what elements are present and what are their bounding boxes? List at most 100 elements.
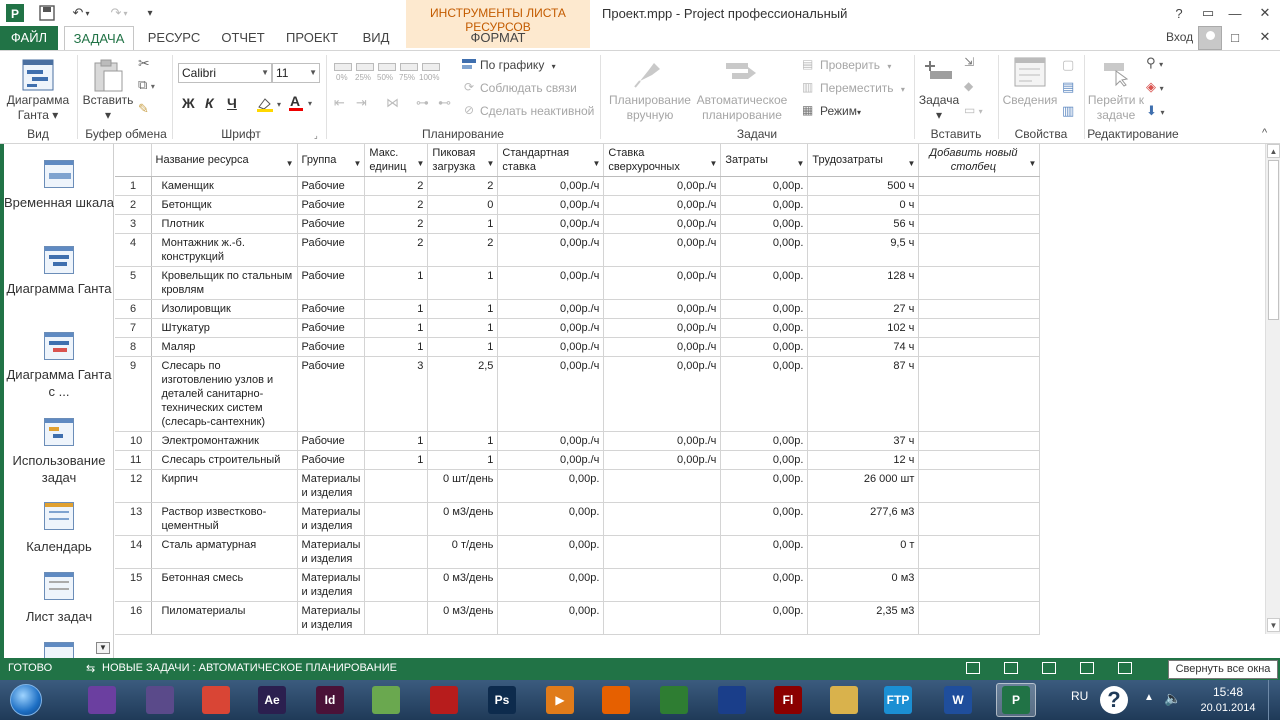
group-cell[interactable]: Рабочие: [297, 450, 366, 470]
std-rate-cell[interactable]: 0,00р./ч: [497, 195, 605, 215]
taskbar-app-button[interactable]: W: [938, 683, 978, 717]
peak-cell[interactable]: 0 м3/день: [427, 568, 499, 602]
group-cell[interactable]: Материалы и изделия: [297, 601, 366, 635]
percent-0-button[interactable]: [334, 63, 352, 71]
tab-format[interactable]: ФОРМАТ: [450, 26, 546, 50]
peak-cell[interactable]: 2: [427, 233, 499, 267]
new-tasks-mode-icon[interactable]: ⇆: [86, 662, 95, 675]
row-number-cell[interactable]: 9: [115, 356, 152, 432]
indent-icon[interactable]: ⇥: [356, 95, 367, 111]
start-button[interactable]: [4, 682, 48, 718]
ovt-rate-cell[interactable]: 0,00р./ч: [603, 214, 722, 234]
language-indicator[interactable]: RU: [1071, 689, 1088, 703]
work-cell[interactable]: 0 м3: [807, 568, 920, 602]
ovt-rate-cell[interactable]: [603, 535, 722, 569]
cost-cell[interactable]: 0,00р.: [720, 318, 809, 338]
max-units-cell[interactable]: 3: [364, 356, 429, 432]
taskbar-app-button[interactable]: [824, 683, 864, 717]
resource-name-cell[interactable]: Бетонщик: [151, 195, 298, 215]
group-cell[interactable]: Рабочие: [297, 318, 366, 338]
new-column-cell[interactable]: [918, 431, 1041, 451]
ovt-rate-cell[interactable]: [603, 469, 722, 503]
cost-cell[interactable]: 0,00р.: [720, 299, 809, 319]
tab-view[interactable]: ВИД: [352, 26, 400, 50]
task-usage-shortcut-icon[interactable]: [1004, 662, 1018, 674]
max-units-cell[interactable]: 1: [364, 266, 429, 300]
work-cell[interactable]: 26 000 шт: [807, 469, 920, 503]
taskbar-app-button[interactable]: [140, 683, 180, 717]
ovt-rate-cell[interactable]: 0,00р./ч: [603, 299, 722, 319]
undo-icon[interactable]: ↶ ▾: [66, 3, 96, 23]
work-cell[interactable]: 56 ч: [807, 214, 920, 234]
max-units-cell[interactable]: 2: [364, 233, 429, 267]
std-rate-cell[interactable]: 0,00р./ч: [497, 299, 605, 319]
underline-button[interactable]: Ч: [227, 95, 237, 111]
move-button[interactable]: Переместить ▾: [820, 81, 905, 95]
ovt-rate-cell[interactable]: 0,00р./ч: [603, 431, 722, 451]
new-column-cell[interactable]: [918, 469, 1041, 503]
project-app-icon[interactable]: P: [4, 3, 26, 23]
on-schedule-icon[interactable]: [462, 57, 476, 74]
cut-icon[interactable]: ✂: [138, 55, 150, 72]
max-units-cell[interactable]: 1: [364, 299, 429, 319]
scroll-down-icon[interactable]: ▼: [1267, 618, 1280, 632]
close-button[interactable]: ✕: [1250, 2, 1280, 24]
sign-in-link[interactable]: Вход: [1166, 30, 1193, 44]
cost-cell[interactable]: 0,00р.: [720, 176, 809, 196]
ovt-rate-cell[interactable]: 0,00р./ч: [603, 450, 722, 470]
group-cell[interactable]: Рабочие: [297, 195, 366, 215]
auto-schedule-button[interactable]: Автоматическое планирование: [692, 93, 792, 123]
column-header-cost[interactable]: Затраты ▼: [720, 144, 809, 177]
work-cell[interactable]: 0 т: [807, 535, 920, 569]
work-cell[interactable]: 87 ч: [807, 356, 920, 432]
taskbar-app-button[interactable]: [596, 683, 636, 717]
percent-100-button[interactable]: [422, 63, 440, 71]
peak-cell[interactable]: 0 шт/день: [427, 469, 499, 503]
group-cell[interactable]: Рабочие: [297, 266, 366, 300]
new-tasks-mode[interactable]: НОВЫЕ ЗАДАЧИ : АВТОМАТИЧЕСКОЕ ПЛАНИРОВАН…: [102, 662, 397, 674]
max-units-cell[interactable]: 2: [364, 176, 429, 196]
column-header-name[interactable]: Название ресурса ▼: [151, 144, 298, 177]
view-timeline[interactable]: Временная шкала: [4, 156, 114, 230]
max-units-cell[interactable]: [364, 535, 429, 569]
std-rate-cell[interactable]: 0,00р./ч: [497, 431, 605, 451]
table-row[interactable]: 12 Кирпич Материалы и изделия 0 шт/день 0,00…: [115, 469, 1041, 503]
manual-schedule-icon[interactable]: [632, 57, 664, 92]
milestone-icon[interactable]: ◆: [964, 79, 973, 93]
new-column-cell[interactable]: [918, 299, 1041, 319]
new-column-cell[interactable]: [918, 502, 1041, 536]
redo-icon[interactable]: ↷ ▾: [104, 3, 134, 23]
cost-cell[interactable]: 0,00р.: [720, 337, 809, 357]
select-all-cell[interactable]: [115, 144, 152, 177]
peak-cell[interactable]: 1: [427, 318, 499, 338]
ovt-rate-cell[interactable]: 0,00р./ч: [603, 195, 722, 215]
table-row[interactable]: 3 Плотник Рабочие 2 1 0,00р./ч 0,00р./ч 0,00р. 5…: [115, 214, 1041, 234]
table-row[interactable]: 11 Слесарь строительный Рабочие 1 1 0,00р./ч 0…: [115, 450, 1041, 470]
new-column-cell[interactable]: [918, 356, 1041, 432]
tab-report[interactable]: ОТЧЕТ: [214, 26, 272, 50]
tab-file[interactable]: ФАЙЛ: [0, 26, 58, 50]
italic-button[interactable]: К: [205, 95, 214, 111]
resource-name-cell[interactable]: Слесарь по изготовлению узлов и деталей …: [151, 356, 298, 432]
save-icon[interactable]: [36, 3, 58, 23]
view-gantt[interactable]: Диаграмма Ганта: [4, 242, 114, 316]
column-header-max-units[interactable]: Макс. единиц ▼: [364, 144, 429, 177]
resource-sheet-shortcut-icon[interactable]: [1080, 662, 1094, 674]
group-cell[interactable]: Материалы и изделия: [297, 568, 366, 602]
resource-name-cell[interactable]: Пиломатериалы: [151, 601, 298, 635]
row-number-cell[interactable]: 15: [115, 568, 152, 602]
volume-icon[interactable]: 🔈: [1164, 690, 1181, 707]
show-desktop-button[interactable]: [1268, 680, 1280, 720]
customize-qat-icon[interactable]: ▾: [142, 3, 158, 23]
max-units-cell[interactable]: [364, 601, 429, 635]
font-dialog-launcher-icon[interactable]: ⌟: [314, 131, 318, 140]
std-rate-cell[interactable]: 0,00р./ч: [497, 176, 605, 196]
fill-icon[interactable]: ⬇ ▾: [1146, 103, 1165, 119]
auto-schedule-icon[interactable]: [724, 57, 758, 92]
mode-icon[interactable]: ▦: [802, 103, 813, 117]
group-cell[interactable]: Рабочие: [297, 176, 366, 196]
peak-cell[interactable]: 0 т/день: [427, 535, 499, 569]
std-rate-cell[interactable]: 0,00р./ч: [497, 266, 605, 300]
column-header-peak[interactable]: Пиковая загрузка ▼: [427, 144, 499, 177]
resource-name-cell[interactable]: Кровельщик по стальным кровлям: [151, 266, 298, 300]
